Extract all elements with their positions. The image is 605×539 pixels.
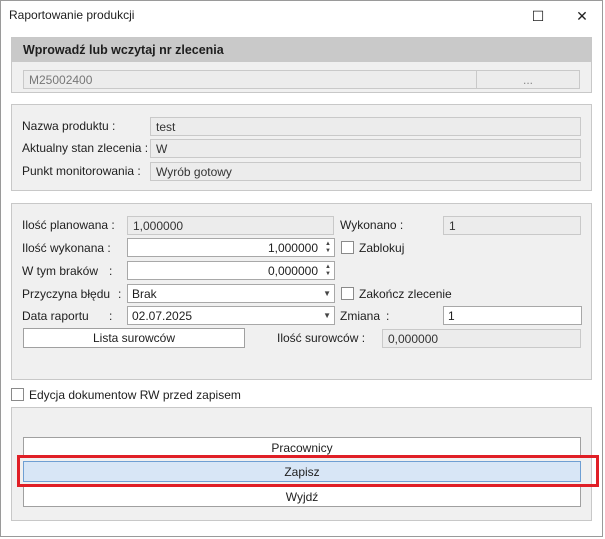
window-title: Raportowanie produkcji	[9, 8, 135, 22]
lock-label: Zablokuj	[359, 241, 405, 255]
shift-label: Zmiana	[340, 309, 381, 323]
order-panel: Wprowadź lub wczytaj nr zlecenia M250024…	[11, 37, 592, 93]
spin-up-icon[interactable]: ▲	[325, 241, 331, 248]
error-reason-colon: :	[118, 287, 122, 301]
lock-checkbox[interactable]	[341, 241, 354, 254]
report-date-label: Data raportu	[22, 309, 89, 323]
report-form-panel: Ilość planowana : 1,000000 Wykonano : 1 …	[11, 203, 592, 380]
rw-edit-label: Edycja dokumentow RW przed zapisem	[29, 388, 241, 402]
executed-qty-input[interactable]: 1,000000 ▲ ▼	[127, 238, 335, 257]
executed-qty-label: Ilość wykonana :	[22, 241, 111, 255]
materials-list-button[interactable]: Lista surowców	[23, 328, 245, 348]
error-reason-label: Przyczyna błędu	[22, 287, 111, 301]
planned-qty-label: Ilość planowana :	[22, 218, 115, 232]
materials-qty-label: Ilość surowców :	[277, 331, 366, 345]
chevron-down-icon[interactable]: ▼	[323, 285, 331, 302]
spin-up-icon[interactable]: ▲	[325, 264, 331, 271]
report-date-colon: :	[109, 309, 113, 323]
executed-qty-spinner[interactable]: ▲ ▼	[324, 241, 332, 255]
monitor-point-field: Wyrób gotowy	[150, 162, 581, 181]
done-field: 1	[443, 216, 581, 235]
error-reason-select[interactable]: Brak ▼	[127, 284, 335, 303]
dialog-window: Raportowanie produkcji ☐ ✕ Wprowadź lub …	[0, 0, 603, 537]
spin-down-icon[interactable]: ▼	[325, 271, 331, 278]
maximize-button[interactable]: ☐	[523, 3, 553, 29]
order-number-field[interactable]: M25002400	[23, 70, 483, 89]
shift-colon: :	[386, 309, 390, 323]
status-label: Aktualny stan zlecenia :	[22, 141, 149, 155]
defects-label: W tym braków	[22, 264, 99, 278]
close-icon: ✕	[576, 7, 588, 24]
product-name-label: Nazwa produktu :	[22, 119, 116, 133]
product-name-field: test	[150, 117, 581, 136]
defects-input[interactable]: 0,000000 ▲ ▼	[127, 261, 335, 280]
close-order-checkbox[interactable]	[341, 287, 354, 300]
defects-spinner[interactable]: ▲ ▼	[324, 264, 332, 278]
done-label: Wykonano :	[340, 218, 404, 232]
planned-qty-field: 1,000000	[127, 216, 334, 235]
defects-value: 0,000000	[267, 263, 318, 278]
exit-button[interactable]: Wyjdź	[23, 486, 581, 507]
executed-qty-value: 1,000000	[267, 240, 318, 255]
monitor-point-label: Punkt monitorowania :	[22, 164, 141, 178]
defects-colon: :	[109, 264, 113, 278]
save-highlight-frame	[17, 455, 599, 487]
rw-edit-checkbox[interactable]	[11, 388, 24, 401]
spin-down-icon[interactable]: ▼	[325, 248, 331, 255]
maximize-icon: ☐	[531, 7, 545, 24]
report-date-picker[interactable]: 02.07.2025 ▼	[127, 306, 335, 325]
materials-qty-field: 0,000000	[382, 329, 581, 348]
report-date-value: 02.07.2025	[132, 308, 193, 323]
close-order-label: Zakończ zlecenie	[359, 287, 452, 301]
error-reason-value: Brak	[132, 286, 157, 301]
order-header: Wprowadź lub wczytaj nr zlecenia	[12, 38, 591, 62]
browse-button[interactable]: ...	[476, 70, 580, 89]
shift-input[interactable]: 1	[443, 306, 582, 325]
calendar-dropdown-icon[interactable]: ▼	[323, 307, 331, 324]
status-field: W	[150, 139, 581, 158]
close-button[interactable]: ✕	[567, 3, 597, 29]
info-panel: Nazwa produktu : test Aktualny stan zlec…	[11, 104, 592, 191]
